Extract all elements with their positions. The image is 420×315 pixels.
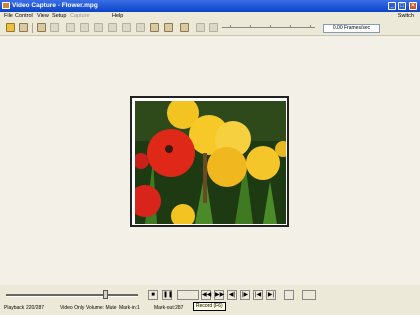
maximize-button[interactable]: □ (398, 2, 406, 10)
copy-frame-icon[interactable] (66, 23, 75, 32)
camera-icon[interactable] (150, 23, 159, 32)
capture-setup-icon[interactable] (37, 23, 46, 32)
snapshot-icon[interactable] (164, 23, 173, 32)
menu-control[interactable]: Control (15, 13, 33, 19)
capture-frame-icon[interactable] (284, 290, 294, 300)
menu-bar: File Control View Setup Capture Help Swi… (0, 12, 420, 21)
save-icon[interactable] (19, 23, 28, 32)
record-button[interactable] (177, 290, 199, 300)
rewind-button[interactable]: ◀◀ (201, 290, 211, 300)
menu-help[interactable]: Help (112, 13, 123, 19)
status-mode: Playback (4, 305, 25, 311)
flower-video-frame (135, 101, 286, 224)
step-back-button[interactable]: ◀| (227, 290, 237, 300)
menu-setup[interactable]: Setup (52, 13, 66, 19)
menu-switch[interactable]: Switch (398, 13, 414, 19)
close-button[interactable]: × (409, 2, 417, 10)
fast-forward-button[interactable]: ▶▶ (214, 290, 224, 300)
minimize-button[interactable]: _ (388, 2, 396, 10)
capture-file-icon[interactable] (50, 23, 59, 32)
frame-rate-ruler (222, 27, 315, 28)
video-preview (130, 96, 289, 227)
seek-track[interactable] (6, 294, 138, 297)
record-tooltip: Record (F6) (193, 302, 226, 311)
grid-icon[interactable] (209, 23, 218, 32)
go-to-start-button[interactable]: |◀ (253, 290, 263, 300)
cut-icon[interactable] (80, 23, 89, 32)
menu-view[interactable]: View (37, 13, 49, 19)
status-volume: Volume: Mute (86, 305, 117, 311)
monitor-icon[interactable] (180, 23, 189, 32)
window-title: Video Capture - Flower.mpg (12, 2, 98, 9)
mark-in-icon[interactable] (122, 23, 131, 32)
status-frames: 220/287 (26, 305, 45, 311)
menu-file[interactable]: File (4, 13, 13, 19)
mark-out-icon[interactable] (136, 23, 145, 32)
menu-capture[interactable]: Capture (70, 13, 90, 19)
go-to-end-button[interactable]: ▶| (266, 290, 276, 300)
status-mark-in: Mark-in:1 (119, 305, 140, 311)
stop-button[interactable]: ■ (148, 290, 158, 300)
frame-rate-readout: 0.00 Frames/sec (323, 24, 380, 33)
paste-icon[interactable] (94, 23, 103, 32)
settings-icon[interactable] (196, 23, 205, 32)
delete-icon[interactable] (108, 23, 117, 32)
pause-button[interactable]: ❚❚ (162, 290, 173, 300)
seek-thumb[interactable] (103, 290, 108, 299)
step-forward-button[interactable]: |▶ (240, 290, 250, 300)
open-folder-icon[interactable] (6, 23, 15, 32)
status-mark-out: Mark-out:287 (154, 305, 184, 311)
mark-range-icon[interactable] (302, 290, 316, 300)
title-bar: Video Capture - Flower.mpg _ □ × (0, 0, 420, 12)
status-video: Video Only (60, 305, 85, 311)
app-icon (2, 2, 10, 9)
